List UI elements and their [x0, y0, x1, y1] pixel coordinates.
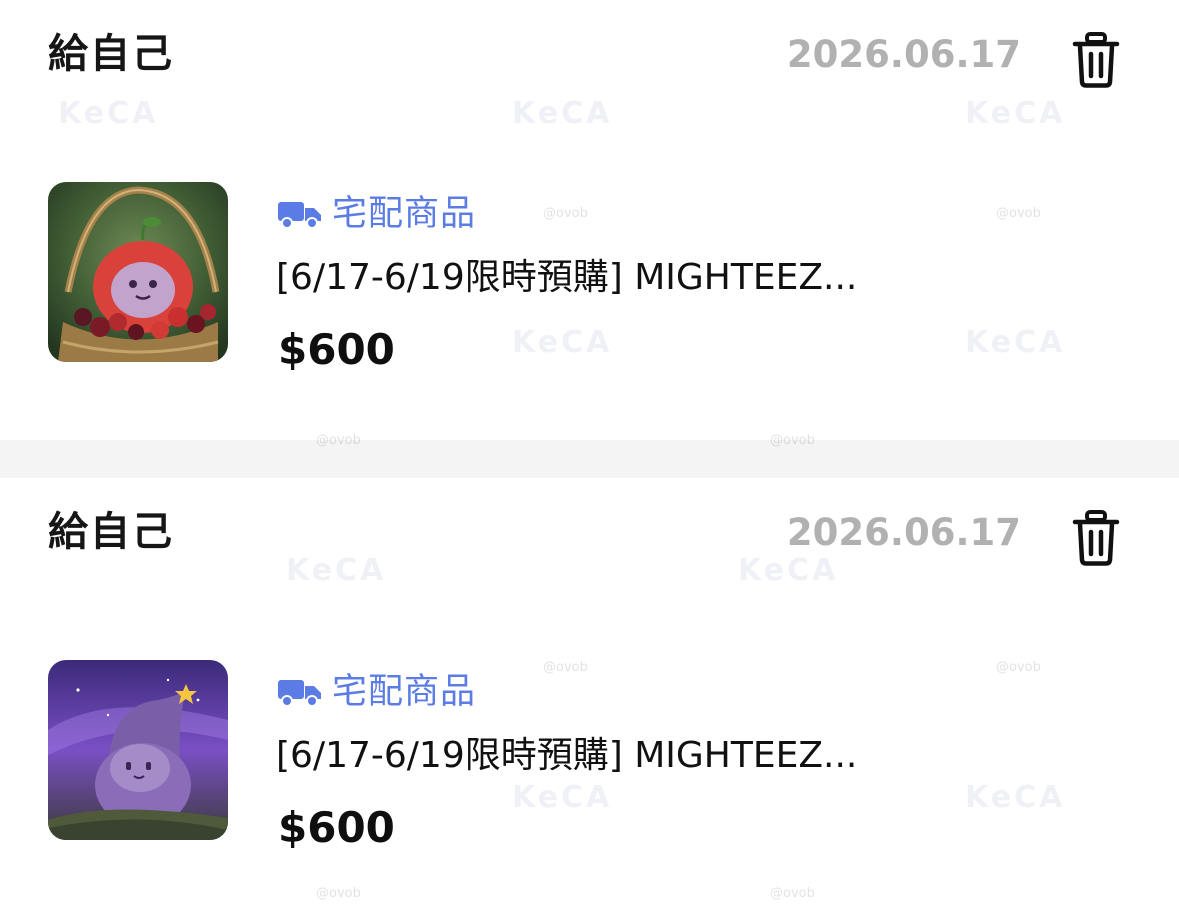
card-divider [0, 440, 1179, 478]
recipient-label: 給自己 [48, 31, 174, 77]
order-list: 給自己 2026.06.17 宅配商品 [6/17-6/19限時預購] MIGH… [0, 0, 1179, 918]
delivery-tag: 宅配商品 [278, 668, 476, 716]
order-date: 2026.06.17 [786, 33, 1021, 76]
product-price: $600 [278, 325, 395, 374]
delete-button[interactable] [1066, 506, 1126, 570]
delivery-label: 宅配商品 [332, 194, 477, 234]
product-thumbnail[interactable] [48, 182, 228, 362]
recipient-label: 給自己 [48, 509, 174, 555]
order-card[interactable]: 給自己 2026.06.17 宅配商品 [6/17-6/19限時預購] MIGH… [0, 0, 1179, 440]
trash-icon [1072, 32, 1120, 88]
delete-button[interactable] [1066, 28, 1126, 92]
product-name[interactable]: [6/17-6/19限時預購] MIGHTEEZ... [276, 730, 976, 782]
product-name[interactable]: [6/17-6/19限時預購] MIGHTEEZ... [276, 252, 976, 304]
order-date: 2026.06.17 [786, 511, 1021, 554]
delivery-truck-icon [278, 202, 321, 229]
product-price: $600 [278, 803, 395, 852]
order-card[interactable]: 給自己 2026.06.17 宅配商品 [6/17-6/19限時預購] MIGH… [0, 478, 1179, 918]
trash-icon [1072, 510, 1120, 566]
delivery-truck-icon [278, 680, 321, 707]
delivery-label: 宅配商品 [332, 672, 477, 712]
delivery-tag: 宅配商品 [278, 190, 476, 238]
product-thumbnail[interactable] [48, 660, 228, 840]
